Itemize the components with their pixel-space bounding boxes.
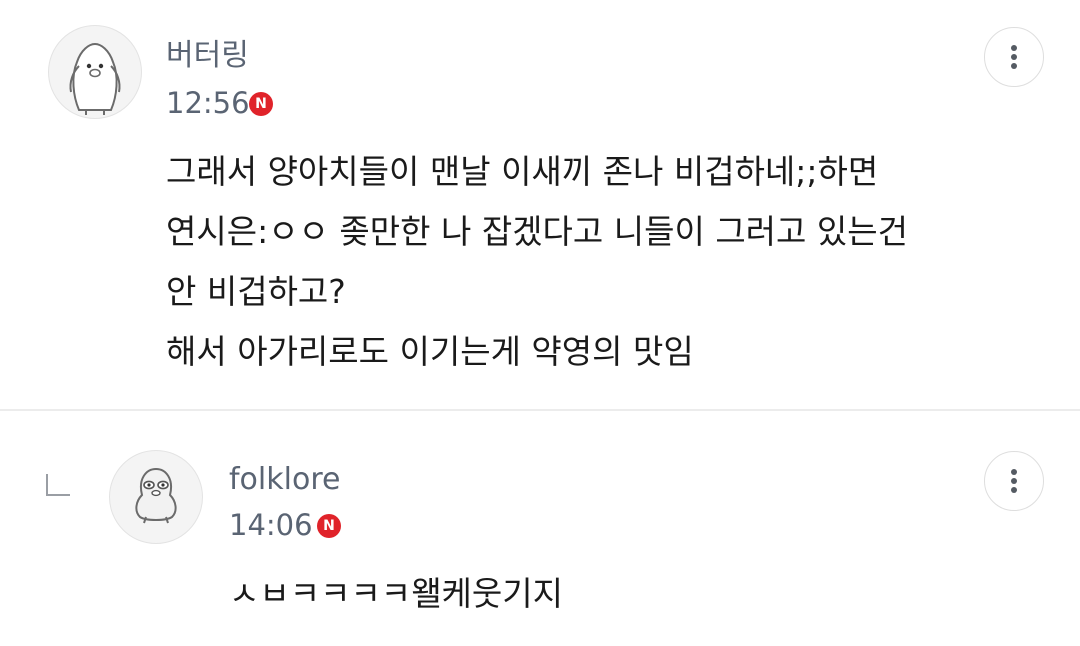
comment-line: ㅅㅂㅋㅋㅋㅋ왤케웃기지 [229, 574, 563, 613]
comment-body: 그래서 양아치들이 맨날 이새끼 존나 비겁하네;;하면 연시은:ㅇㅇ 좆만한 … [166, 142, 908, 382]
comment: 버터링 12:56 N 그래서 양아치들이 맨날 이새끼 존나 비겁하네;;하면… [0, 0, 1080, 409]
comment-line: 안 비겁하고? [166, 272, 346, 311]
chick-character-icon [135, 467, 177, 524]
penguin-character-icon [69, 42, 121, 115]
avatar[interactable] [109, 450, 203, 544]
comment-time: 12:56 [166, 86, 250, 120]
comment-time: 14:06 [229, 508, 313, 542]
comment-author[interactable]: 버터링 [166, 38, 249, 74]
more-options-button[interactable] [984, 27, 1044, 87]
comment-line: 그래서 양아치들이 맨날 이새끼 존나 비겁하네;;하면 [166, 152, 879, 191]
comment-author[interactable]: folklore [229, 462, 340, 498]
reply-arrow-icon [46, 474, 70, 496]
more-options-button[interactable] [984, 451, 1044, 511]
new-badge: N [249, 92, 273, 116]
comment-body: ㅅㅂㅋㅋㅋㅋ왤케웃기지 [229, 564, 563, 624]
comment-line: 연시은:ㅇㅇ 좆만한 나 잡겠다고 니들이 그러고 있는건 [166, 212, 908, 251]
comment-line: 해서 아가리로도 이기는게 약영의 맛임 [166, 332, 694, 371]
avatar[interactable] [48, 25, 142, 119]
new-badge: N [317, 514, 341, 538]
